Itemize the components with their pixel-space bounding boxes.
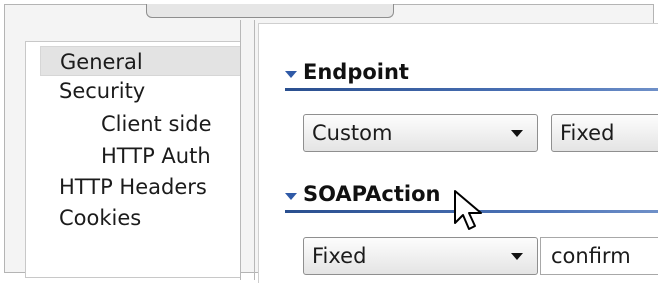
- mouse-pointer-icon: [454, 190, 482, 230]
- soapaction-mode-dropdown[interactable]: Fixed: [303, 237, 538, 275]
- section-title-soapaction[interactable]: SOAPAction: [303, 181, 440, 207]
- section-title-endpoint[interactable]: Endpoint: [303, 59, 409, 85]
- input-value: confirm: [551, 244, 631, 268]
- nav-item-http-headers[interactable]: HTTP Headers: [59, 172, 240, 202]
- nav-item-label: Cookies: [59, 206, 142, 230]
- section-divider: [285, 88, 658, 91]
- nav-item-client-side[interactable]: Client side: [101, 109, 240, 139]
- splitter-left-edge[interactable]: [240, 20, 241, 280]
- nav-item-label: HTTP Headers: [59, 175, 207, 199]
- dropdown-value: Fixed: [560, 121, 615, 145]
- chevron-down-icon: [511, 130, 523, 137]
- nav-item-general[interactable]: General: [40, 46, 240, 76]
- nav-item-label: General: [60, 50, 143, 74]
- nav-item-label: Client side: [101, 112, 212, 136]
- endpoint-mode-dropdown[interactable]: Custom: [303, 114, 538, 152]
- nav-item-security[interactable]: Security: [59, 76, 240, 106]
- collapse-triangle-icon[interactable]: [285, 71, 297, 78]
- nav-item-cookies[interactable]: Cookies: [59, 203, 240, 233]
- soapaction-value-input[interactable]: confirm: [540, 237, 658, 275]
- nav-item-label: HTTP Auth: [101, 144, 211, 168]
- dropdown-value: Fixed: [312, 244, 367, 268]
- splitter-right-edge[interactable]: [254, 20, 255, 280]
- collapse-triangle-icon[interactable]: [285, 193, 297, 200]
- nav-item-http-auth[interactable]: HTTP Auth: [101, 141, 240, 171]
- settings-nav-tree: General Security Client side HTTP Auth H…: [25, 41, 240, 278]
- endpoint-type-dropdown[interactable]: Fixed: [551, 114, 658, 152]
- chevron-down-icon: [511, 253, 523, 260]
- nav-item-label: Security: [59, 79, 146, 103]
- top-control[interactable]: [146, 4, 394, 18]
- dropdown-value: Custom: [312, 121, 393, 145]
